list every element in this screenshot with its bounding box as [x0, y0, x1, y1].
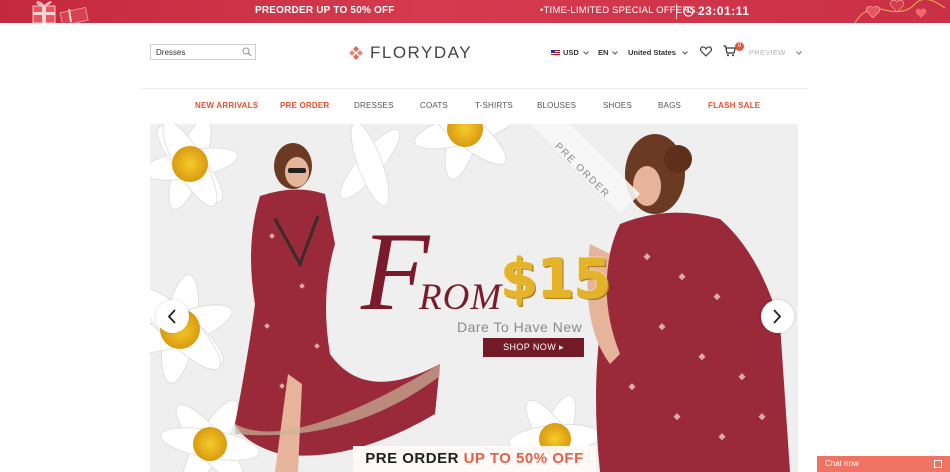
preview-label: PREVIEW: [749, 48, 786, 57]
chevron-down-icon: [612, 50, 619, 55]
promo-bar[interactable]: PREORDER UP TO 50% OFF •TIME-LIMITED SPE…: [0, 0, 950, 23]
wishlist-heart-icon[interactable]: [700, 46, 712, 57]
flower-logo-icon: [349, 46, 363, 60]
hero-banner[interactable]: PRE ORDER F ROM $15 Dare To Have New SHO…: [150, 124, 798, 472]
nav-item-new-arrivals[interactable]: NEW ARRIVALS: [195, 101, 258, 110]
search-icon[interactable]: [242, 47, 252, 57]
countdown-timer: 23:01:11: [698, 4, 750, 18]
promo-preorder-text[interactable]: PREORDER UP TO 50% OFF: [255, 5, 395, 16]
currency-label: USD: [563, 48, 579, 57]
chevron-down-icon: [795, 50, 802, 55]
strip-discount-text: UP TO 50% OFF: [463, 450, 584, 467]
language-label: EN: [598, 48, 609, 57]
country-label: United States: [628, 48, 676, 57]
us-flag-icon: [551, 49, 560, 56]
banner-from-text: ROM: [419, 277, 503, 318]
preview-dropdown[interactable]: PREVIEW: [749, 48, 802, 57]
cart-count-badge: 0: [735, 42, 744, 51]
clock-icon: [683, 6, 694, 17]
promo-special-offer-text: •TIME-LIMITED SPECIAL OFFERS.: [540, 5, 699, 16]
chevron-left-icon: [167, 309, 176, 324]
chat-now-button[interactable]: Chat now: [817, 456, 950, 472]
heart-balloons-icon: [854, 0, 945, 23]
chevron-down-icon: [582, 50, 589, 55]
chevron-right-icon: [773, 309, 782, 324]
nav-item-flash-sale[interactable]: FLASH SALE: [708, 101, 760, 110]
nav-item-t-shirts[interactable]: T-SHIRTS: [475, 101, 513, 110]
search-input[interactable]: [151, 45, 239, 59]
chat-expand-icon: [934, 460, 942, 468]
gift-icon: [32, 1, 89, 23]
banner-tagline: Dare To Have New: [457, 319, 583, 335]
nav-item-shoes[interactable]: SHOES: [603, 101, 632, 110]
banner-price: $15: [500, 247, 611, 310]
promo-divider: [676, 4, 677, 19]
language-selector[interactable]: EN: [598, 48, 619, 57]
nav-item-coats[interactable]: COATS: [420, 101, 448, 110]
currency-selector[interactable]: USD: [551, 48, 589, 57]
header-divider: [140, 88, 808, 89]
nav-item-dresses[interactable]: DRESSES: [354, 101, 394, 110]
nav-item-bags[interactable]: BAGS: [658, 101, 681, 110]
carousel-prev-button[interactable]: [156, 300, 189, 333]
logo-text: FLORYDAY: [370, 43, 473, 62]
shop-now-button[interactable]: SHOP NOW ▸: [483, 338, 584, 357]
carousel-next-button[interactable]: [761, 300, 794, 333]
preorder-discount-strip[interactable]: PRE ORDER UP TO 50% OFF: [353, 446, 596, 472]
nav-item-pre-order[interactable]: PRE ORDER: [280, 101, 329, 110]
nav-item-blouses[interactable]: BLOUSES: [537, 101, 576, 110]
chevron-down-icon: [682, 50, 688, 55]
main-nav: NEW ARRIVALS PRE ORDER DRESSES COATS T-S…: [0, 101, 950, 113]
country-selector[interactable]: United States: [628, 48, 688, 57]
chat-now-label: Chat now: [825, 459, 859, 468]
search-box[interactable]: [150, 44, 256, 60]
strip-preorder-text: PRE ORDER: [365, 450, 459, 467]
site-logo[interactable]: FLORYDAY: [347, 43, 472, 63]
